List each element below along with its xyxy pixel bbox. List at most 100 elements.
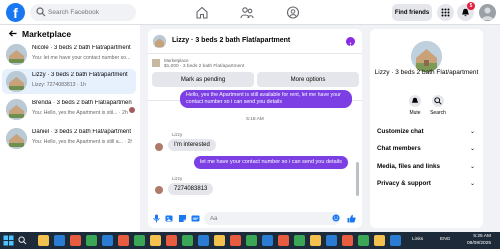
sender-avatar — [155, 186, 163, 194]
notifications-button[interactable]: 5 — [457, 2, 475, 21]
taskbar-app-icon[interactable] — [54, 235, 65, 246]
taskbar-search-icon[interactable] — [18, 236, 27, 245]
taskbar-app-icon[interactable] — [150, 235, 161, 246]
sticker-icon[interactable] — [178, 214, 187, 223]
taskbar-app-icon[interactable] — [118, 235, 129, 246]
taskbar-app-icon[interactable] — [86, 235, 97, 246]
sidebar-title: Marketplace — [22, 29, 72, 39]
chat-info-button[interactable] — [346, 37, 355, 49]
language-indicator[interactable]: ENG — [440, 237, 450, 242]
conversation-item[interactable]: Daniel · 3 beds 2 bath Flat/apartment Yo… — [2, 126, 136, 151]
message-thread: Hello, yes the Apartment is still availa… — [148, 90, 362, 210]
taskbar-app-icon[interactable] — [326, 235, 337, 246]
conversation-preview: You: let me have your contact number so.… — [32, 55, 131, 61]
taskbar-app-icon[interactable] — [262, 235, 273, 246]
bell-icon — [411, 97, 419, 103]
svg-text:GIF: GIF — [193, 217, 200, 221]
media-files-links-row[interactable]: Media, files and links ⌄ — [377, 163, 477, 170]
outgoing-message: let me have your contact number so i can… — [194, 156, 348, 169]
gif-icon[interactable]: GIF — [191, 214, 200, 223]
taskbar-app-icon[interactable] — [134, 235, 145, 246]
listing-small-thumbnail — [152, 59, 160, 67]
notification-count-badge: 5 — [467, 2, 475, 10]
taskbar-app-icon[interactable] — [278, 235, 289, 246]
chat-scrollbar[interactable] — [356, 162, 359, 196]
conversation-preview: You: Hello, yes the Apartment is stil...… — [32, 110, 128, 116]
image-icon[interactable] — [165, 214, 174, 223]
search-icon — [434, 97, 442, 105]
search-in-conversation-button[interactable] — [432, 95, 444, 107]
taskbar-app-icon[interactable] — [70, 235, 81, 246]
house-thumbnail-icon — [6, 128, 27, 149]
top-navigation-bar: f Find friends 5 — [0, 0, 500, 25]
emoji-icon[interactable] — [332, 214, 340, 222]
menu-button[interactable] — [437, 4, 454, 21]
facebook-logo[interactable]: f — [6, 3, 25, 22]
windows-start-icon[interactable] — [3, 235, 14, 246]
privacy-support-row[interactable]: Privacy & support ⌄ — [377, 180, 477, 187]
account-avatar[interactable] — [479, 4, 496, 21]
search-input[interactable] — [48, 6, 132, 19]
system-clock[interactable]: 5:25 AM 08/08/2025 — [461, 234, 491, 247]
taskbar-app-icon[interactable] — [374, 235, 385, 246]
find-friends-button[interactable]: Find friends — [392, 4, 432, 21]
taskbar-app-icon[interactable] — [230, 235, 241, 246]
taskbar-app-icon[interactable] — [198, 235, 209, 246]
taskbar-app-icon[interactable] — [358, 235, 369, 246]
friends-icon[interactable] — [240, 6, 254, 19]
row-label: Chat members — [377, 145, 421, 152]
taskbar-app-icon[interactable] — [166, 235, 177, 246]
taskbar-links-label[interactable]: Links — [412, 237, 423, 242]
customize-chat-row[interactable]: Customize chat ⌄ — [377, 128, 477, 135]
groups-icon[interactable] — [286, 6, 300, 19]
conversation-item[interactable]: Brenda · 3 beds 2 bath Flat/apartment Yo… — [2, 97, 136, 122]
sender-name: Lizzy — [172, 132, 183, 137]
taskbar-app-icon[interactable] — [390, 235, 401, 246]
taskbar-app-icon[interactable] — [182, 235, 193, 246]
home-icon[interactable] — [195, 6, 209, 19]
seen-avatar — [129, 107, 135, 113]
listing-thumbnail — [6, 71, 27, 92]
search-box[interactable] — [30, 4, 136, 21]
taskbar-app-icon[interactable] — [246, 235, 257, 246]
conversation-item[interactable]: Nicole · 3 beds 2 bath Flat/apartment Yo… — [2, 42, 136, 67]
message-composer: GIF — [148, 209, 362, 228]
search-icon — [36, 7, 46, 17]
taskbar-app-icon[interactable] — [214, 235, 225, 246]
taskbar-app-icon[interactable] — [102, 235, 113, 246]
chevron-down-icon: ⌄ — [470, 181, 476, 187]
more-options-button[interactable]: More options — [257, 72, 359, 87]
conversation-preview: Lizzy: 7274083813 · 1h — [32, 82, 86, 88]
incoming-message: I'm interested — [168, 139, 216, 151]
conversation-title: Nicole · 3 beds 2 bath Flat/apartment — [32, 45, 131, 51]
listing-price[interactable]: $1,000 · 3 beds 2 bath Flat/apartment — [164, 64, 244, 69]
conversation-item-active[interactable]: Lizzy · 3 beds 2 bath Flat/apartment Liz… — [2, 69, 136, 94]
marketplace-inbox-sidebar: Marketplace Nicole · 3 beds 2 bath Flat/… — [0, 25, 140, 232]
taskbar-app-icon[interactable] — [38, 235, 49, 246]
mute-button[interactable] — [409, 95, 421, 107]
listing-profile-image[interactable] — [411, 41, 442, 72]
taskbar-app-icon[interactable] — [342, 235, 353, 246]
chat-members-row[interactable]: Chat members ⌄ — [377, 145, 477, 152]
sender-avatar — [155, 143, 163, 151]
conversation-title: Daniel · 3 beds 2 bath Flat/apartment — [32, 129, 132, 135]
conversation-preview: You: Hello, yes the Apartment is still a… — [32, 139, 132, 145]
mark-as-pending-button[interactable]: Mark as pending — [152, 72, 254, 87]
microphone-icon[interactable] — [152, 214, 161, 223]
like-thumb-icon[interactable] — [347, 214, 356, 223]
taskbar-app-icon[interactable] — [294, 235, 305, 246]
listing-source-label: Marketplace — [164, 58, 189, 63]
house-thumbnail-icon — [6, 71, 27, 92]
chat-title[interactable]: Lizzy · 3 beds 2 bath Flat/apartment — [172, 37, 290, 44]
details-title: Lizzy · 3 beds 2 bath Flat/apartment — [374, 69, 479, 76]
message-input[interactable] — [204, 212, 340, 225]
taskbar-app-icon[interactable] — [310, 235, 321, 246]
sender-name: Lizzy — [172, 176, 183, 181]
back-arrow-icon[interactable] — [8, 30, 18, 37]
chevron-down-icon: ⌄ — [470, 129, 476, 135]
clock-date: 08/08/2025 — [466, 240, 491, 246]
row-label: Customize chat — [377, 128, 424, 135]
chat-listing-thumbnail[interactable] — [153, 35, 166, 48]
house-thumbnail-icon — [6, 99, 27, 120]
grid-menu-icon — [441, 8, 450, 17]
